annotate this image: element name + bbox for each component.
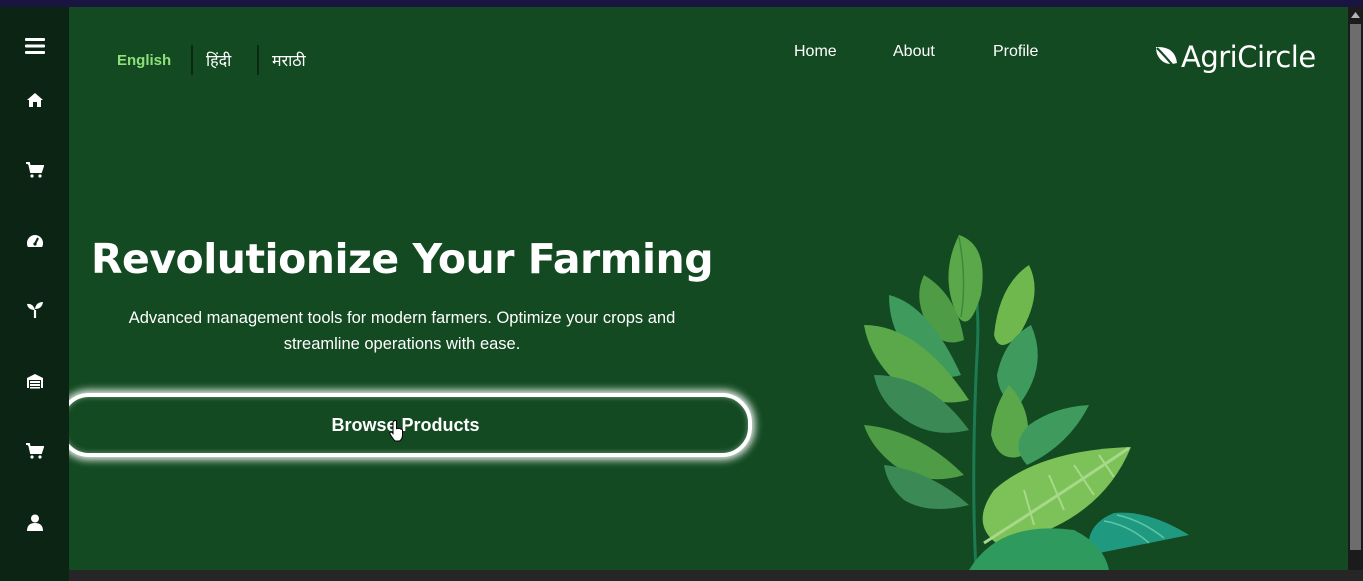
dashboard-icon [26,235,43,247]
home-icon [26,93,43,107]
seedling-icon [26,302,43,318]
horizontal-scroll-area [69,570,1363,581]
nav-about[interactable]: About [893,43,935,61]
sidebar [0,7,69,581]
hero-title: Revolutionize Your Farming [90,235,714,283]
scrollbar-thumb[interactable] [1350,24,1361,550]
language-english[interactable]: English [117,45,171,75]
browse-products-label: Browse Products [331,414,480,435]
hero-subtitle: Advanced management tools for modern far… [128,309,676,353]
hand-cursor-icon [389,420,403,442]
sidebar-item-crops[interactable] [0,285,69,335]
warehouse-icon [26,374,43,389]
sidebar-item-warehouse[interactable] [0,356,69,406]
nav-profile[interactable]: Profile [993,43,1038,61]
leaf-icon [1156,46,1177,69]
brand-name: AgriCircle [1181,40,1316,74]
plant-illustration [864,235,1189,570]
sidebar-item-cart[interactable] [0,145,69,195]
language-hindi[interactable]: हिंदी [206,45,231,75]
language-divider [257,45,259,75]
menu-icon [24,38,45,54]
cart-icon [25,443,44,459]
window-top-strip [0,0,1363,7]
language-divider [191,45,193,75]
main-content: English हिंदी मराठी Home About Profile A… [69,7,1348,570]
sidebar-item-profile[interactable] [0,497,69,547]
cart-icon [25,162,44,178]
nav-home[interactable]: Home [794,43,837,61]
sidebar-item-home[interactable] [0,75,69,125]
scroll-up-arrow-icon[interactable] [1350,9,1361,21]
language-marathi[interactable]: मराठी [272,45,306,75]
browse-products-button[interactable]: Browse Products [69,393,752,457]
menu-toggle-button[interactable] [0,21,69,71]
brand-logo[interactable]: AgriCircle [1153,37,1316,77]
user-icon [26,514,43,531]
sidebar-item-orders[interactable] [0,426,69,476]
sidebar-item-dashboard[interactable] [0,216,69,266]
